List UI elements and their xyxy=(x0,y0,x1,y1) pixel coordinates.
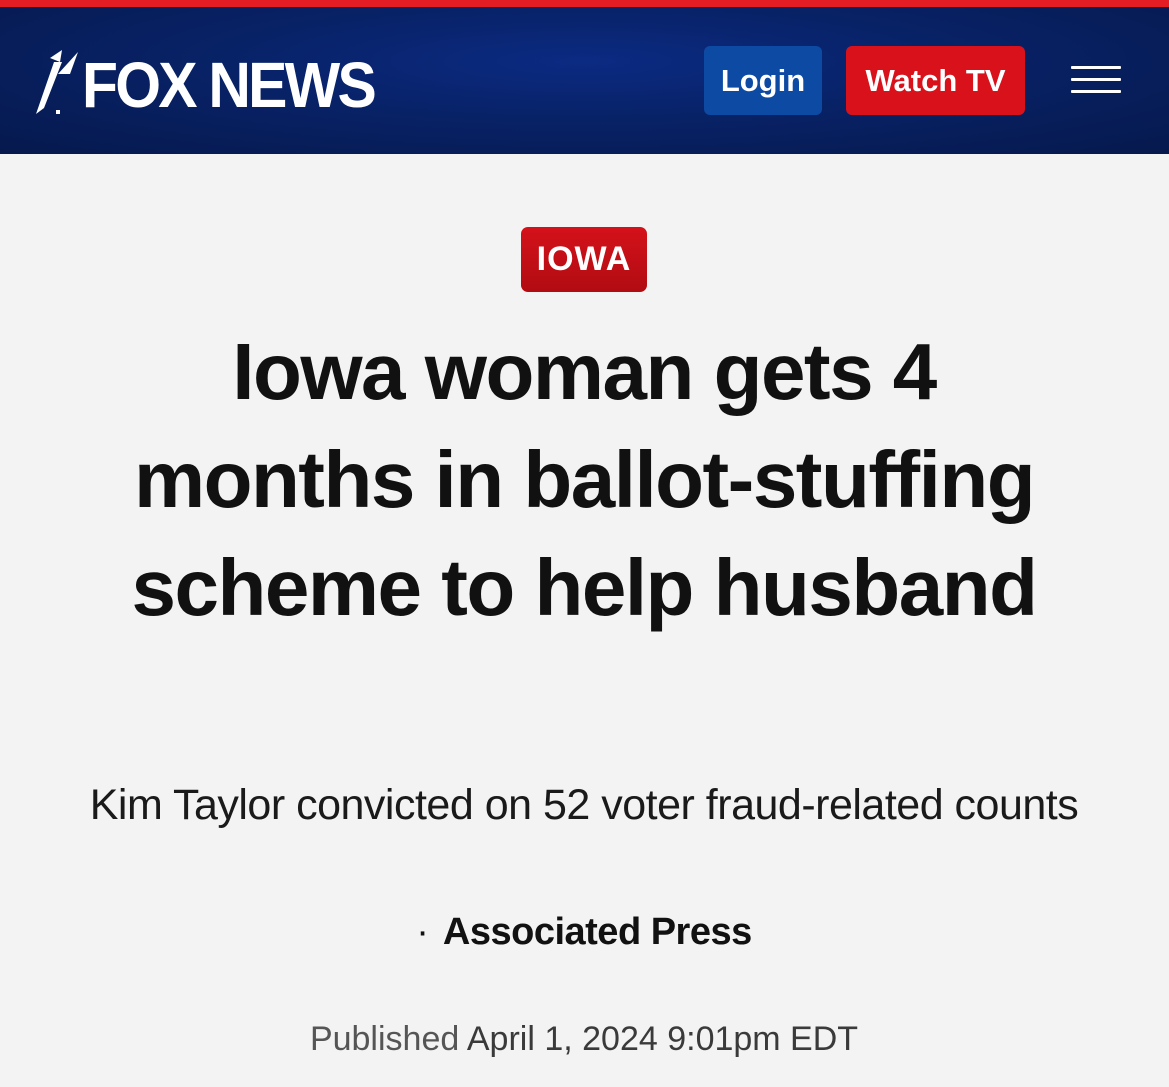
site-header: FOX NEWS Login Watch TV xyxy=(0,0,1169,154)
fox-news-logo[interactable]: FOX NEWS xyxy=(32,48,392,121)
published-timestamp: Published April 1, 2024 9:01pm EDT xyxy=(84,1014,1084,1064)
byline-author[interactable]: Associated Press xyxy=(443,911,752,953)
published-date: April 1, 2024 9:01pm EDT xyxy=(466,1020,859,1058)
hamburger-menu-icon[interactable] xyxy=(1071,66,1121,96)
login-button[interactable]: Login xyxy=(704,46,822,115)
category-badge[interactable]: IOWA xyxy=(521,227,647,292)
article-subheadline: Kim Taylor convicted on 52 voter fraud-r… xyxy=(89,781,1079,829)
logo-text: FOX NEWS xyxy=(82,49,377,121)
byline: · Associated Press xyxy=(84,903,1084,961)
menu-line xyxy=(1071,90,1121,93)
article-headline: Iowa woman gets 4 months in ballot-stuff… xyxy=(131,327,1038,632)
menu-line xyxy=(1071,78,1121,81)
menu-line xyxy=(1071,66,1121,69)
published-label: Published xyxy=(309,1020,460,1058)
byline-separator: · xyxy=(416,911,429,953)
watch-tv-button[interactable]: Watch TV xyxy=(846,46,1025,115)
